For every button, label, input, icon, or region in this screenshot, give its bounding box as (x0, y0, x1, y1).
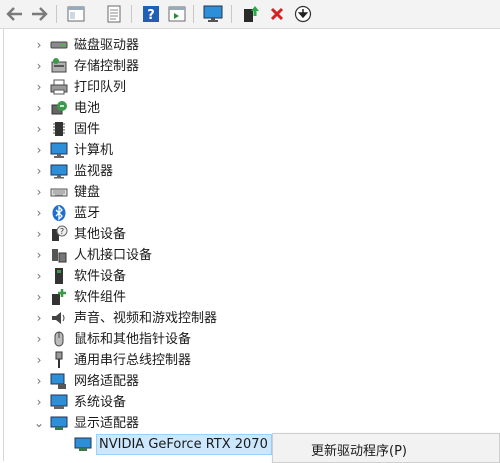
tree-item[interactable]: › 软件设备 (0, 266, 500, 287)
tree-item-label: 鼠标和其他指针设备 (74, 332, 192, 347)
mouse-icon (50, 330, 68, 348)
tree-item[interactable]: › 网络适配器 (0, 371, 500, 392)
chevron-right-icon[interactable]: › (33, 122, 45, 136)
svg-text:?: ? (60, 227, 64, 236)
chevron-right-icon[interactable]: › (33, 290, 45, 304)
tree-item[interactable]: › 蓝牙 (0, 203, 500, 224)
tree-item-label: 蓝牙 (74, 206, 101, 221)
tree-item-label: 磁盘驱动器 (74, 38, 140, 53)
chevron-right-icon[interactable]: › (33, 101, 45, 115)
svg-text:?: ? (147, 8, 155, 23)
update-driver-icon[interactable] (103, 3, 125, 25)
tree-item-label: 网络适配器 (74, 374, 140, 389)
chevron-down-icon[interactable]: ⌄ (33, 416, 45, 430)
tree-item-label: 监视器 (74, 164, 114, 179)
tree-item[interactable]: ›? 其他设备 (0, 224, 500, 245)
tree-item-label: 通用串行总线控制器 (74, 353, 192, 368)
usb-icon (50, 351, 68, 369)
tree-item[interactable]: › 人机接口设备 (0, 245, 500, 266)
tree-item[interactable]: › 计算机 (0, 140, 500, 161)
tree-item-label: 软件组件 (74, 290, 127, 305)
properties-icon[interactable] (65, 3, 87, 25)
device-tree: › 磁盘驱动器 › 存储控制器 › 打印队列 › 电池 › 固件 › 计算机 › 监视器 › 键盘 › 蓝牙 ›? 其… (0, 29, 500, 461)
toolbar-separator (131, 5, 132, 23)
chevron-right-icon[interactable]: › (33, 395, 45, 409)
chevron-right-icon[interactable]: › (33, 374, 45, 388)
chevron-right-icon[interactable]: › (33, 38, 45, 52)
tree-item[interactable]: › 固件 (0, 119, 500, 140)
print-queue-icon (50, 78, 68, 96)
tree-item-label: 固件 (74, 122, 101, 137)
tree-item[interactable]: › 鼠标和其他指针设备 (0, 329, 500, 350)
forward-arrow-icon[interactable] (28, 3, 50, 25)
battery-icon (50, 99, 68, 117)
chevron-right-icon[interactable]: › (33, 80, 45, 94)
tree-item[interactable]: › 键盘 (0, 182, 500, 203)
scan-hardware-icon[interactable] (202, 3, 224, 25)
computer-icon (50, 141, 68, 159)
firmware-icon (50, 120, 68, 138)
chevron-right-icon[interactable]: › (33, 311, 45, 325)
uninstall-icon[interactable] (266, 3, 288, 25)
display-adapter-icon (50, 414, 68, 432)
network-adapter-icon (50, 372, 68, 390)
back-arrow-icon[interactable] (4, 3, 26, 25)
chevron-right-icon[interactable]: › (33, 227, 45, 241)
monitor-icon (50, 162, 68, 180)
tree-item[interactable]: › 电池 (0, 98, 500, 119)
tree-item-label: 存储控制器 (74, 59, 140, 74)
disk-drive-icon (50, 36, 68, 54)
tree-item[interactable]: › 通用串行总线控制器 (0, 350, 500, 371)
tree-item[interactable]: › 磁盘驱动器 (0, 35, 500, 56)
system-devices-icon (50, 393, 68, 411)
download-icon[interactable] (292, 3, 314, 25)
software-device-icon (50, 267, 68, 285)
software-component-icon (50, 288, 68, 306)
chevron-right-icon[interactable]: › (33, 332, 45, 346)
tree-item-label: 键盘 (74, 185, 101, 200)
tree-item-label: 系统设备 (74, 395, 127, 410)
toolbar-separator (193, 5, 194, 23)
chevron-right-icon[interactable]: › (33, 143, 45, 157)
keyboard-icon (50, 183, 68, 201)
tree-item[interactable]: ⌄ 显示适配器 (0, 413, 500, 434)
storage-controller-icon (50, 57, 68, 75)
tree-item[interactable]: › 软件组件 (0, 287, 500, 308)
tree-item-label: 其他设备 (74, 227, 127, 242)
toolbar-separator (231, 5, 232, 23)
menu-item-update-driver[interactable]: 更新驱动程序(P) (311, 440, 407, 459)
chevron-right-icon[interactable]: › (33, 185, 45, 199)
display-adapter-icon (74, 435, 92, 453)
tree-item-label: 计算机 (74, 143, 114, 158)
tree-item-label: 电池 (74, 101, 101, 116)
tree-item[interactable]: › 存储控制器 (0, 56, 500, 77)
chevron-right-icon[interactable]: › (33, 353, 45, 367)
context-menu: 更新驱动程序(P) (272, 433, 500, 463)
add-driver-icon[interactable] (240, 3, 262, 25)
tree-item-label: 打印队列 (74, 80, 127, 95)
hid-icon (50, 246, 68, 264)
tree-item[interactable]: › 系统设备 (0, 392, 500, 413)
toolbar: ? (0, 0, 500, 29)
tree-item-label: 人机接口设备 (74, 248, 153, 263)
action-pane-icon[interactable] (166, 3, 188, 25)
chevron-right-icon[interactable]: › (33, 59, 45, 73)
tree-item[interactable]: › 监视器 (0, 161, 500, 182)
tree-item-label: 声音、视频和游戏控制器 (74, 311, 218, 326)
tree-item-label: 显示适配器 (74, 416, 140, 431)
chevron-right-icon[interactable]: › (33, 248, 45, 262)
toolbar-separator (56, 5, 57, 23)
tree-item[interactable]: › 打印队列 (0, 77, 500, 98)
tree-item[interactable]: › 声音、视频和游戏控制器 (0, 308, 500, 329)
bluetooth-icon (50, 204, 68, 222)
chevron-right-icon[interactable]: › (33, 269, 45, 283)
audio-icon (50, 309, 68, 327)
other-devices-icon: ? (50, 225, 68, 243)
tree-item-label: NVIDIA GeForce RTX 2070 (99, 437, 268, 452)
help-icon[interactable]: ? (140, 3, 162, 25)
chevron-right-icon[interactable]: › (33, 206, 45, 220)
tree-item-label: 软件设备 (74, 269, 127, 284)
chevron-right-icon[interactable]: › (33, 164, 45, 178)
